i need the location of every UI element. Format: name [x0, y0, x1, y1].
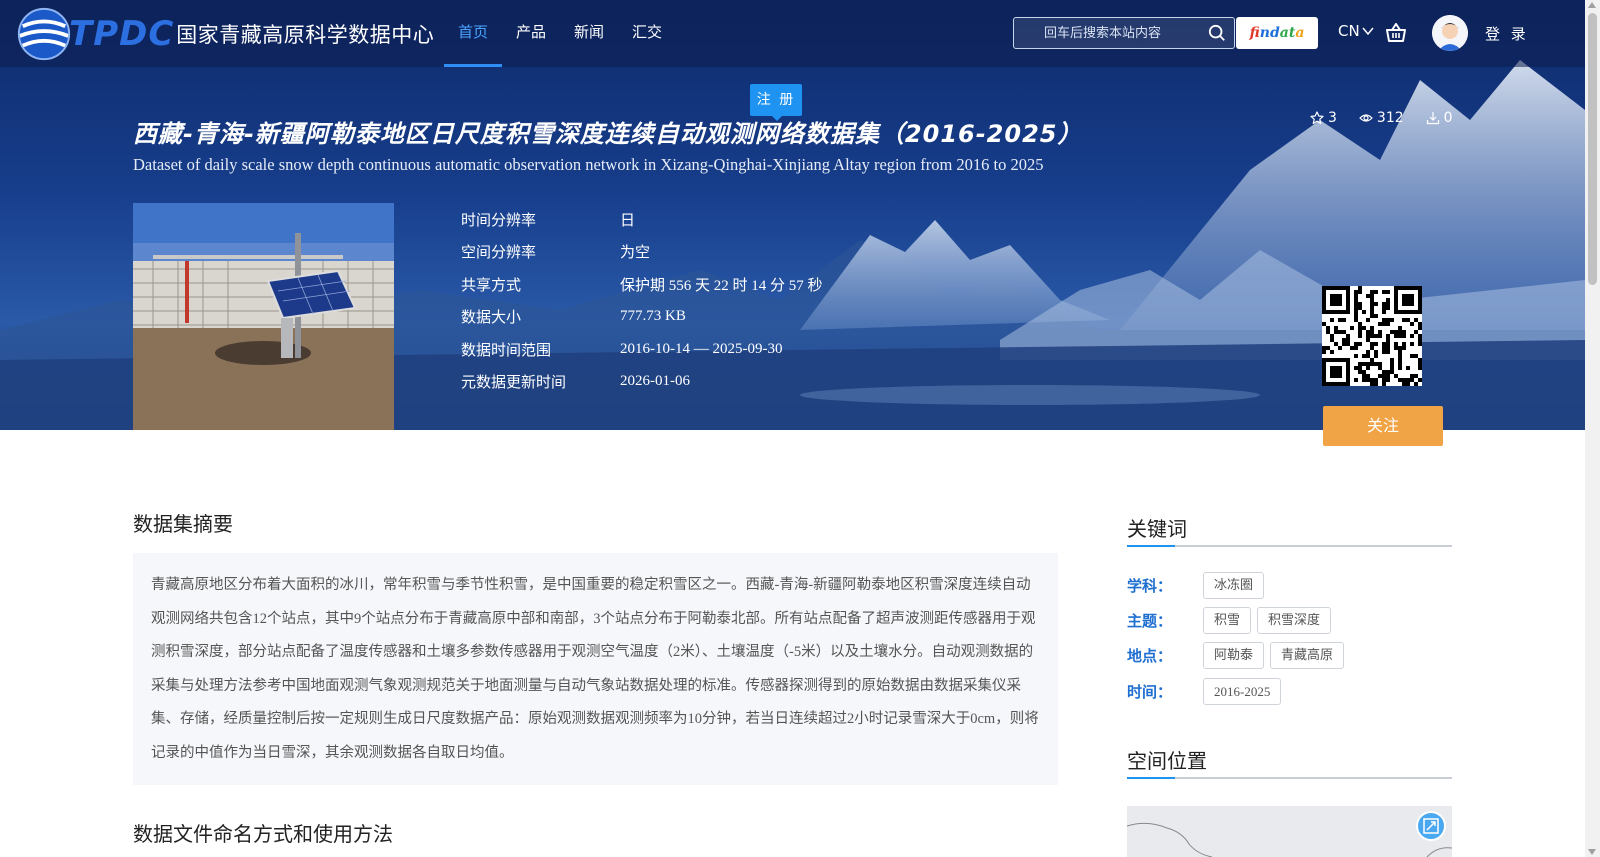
keyword-label: 学科：: [1127, 577, 1173, 595]
main-nav: 首页 产品 新闻 汇交: [444, 0, 676, 67]
findata-text-2: nd: [1259, 25, 1280, 41]
keyword-label: 时间：: [1127, 683, 1173, 701]
findata-text-3: at: [1279, 25, 1296, 41]
keyword-label: 主题：: [1127, 612, 1173, 630]
globe-logo-icon: [17, 7, 71, 61]
meta-value: 777.73 KB: [620, 308, 686, 325]
keyword-row-time: 时间： 2016-2025: [1127, 678, 1287, 705]
chevron-down-icon: [1362, 27, 1374, 36]
nav-item-home[interactable]: 首页: [444, 0, 503, 67]
findata-text-4: a: [1295, 25, 1305, 41]
keywords-divider: [1127, 545, 1452, 547]
keyword-tag[interactable]: 2016-2025: [1203, 678, 1282, 705]
map-outline: [1127, 822, 1452, 857]
qr-code: [1322, 286, 1422, 386]
keyword-tag[interactable]: 青藏高原: [1270, 642, 1345, 669]
location-map[interactable]: [1127, 806, 1452, 857]
language-label: CN: [1338, 22, 1360, 40]
follow-button[interactable]: 关注: [1323, 406, 1443, 446]
meta-value: 2026-01-06: [620, 373, 690, 390]
keyword-label: 地点：: [1127, 647, 1173, 665]
meta-label: 时间分辨率: [461, 210, 537, 229]
location-heading: 空间位置: [1127, 749, 1207, 773]
map-expand-button[interactable]: [1416, 811, 1446, 841]
eye-icon: [1359, 114, 1373, 122]
view-count: 312: [1359, 110, 1404, 126]
logo-abbreviation: TPDC: [69, 14, 175, 54]
nav-item-news[interactable]: 新闻: [560, 0, 618, 67]
search-input[interactable]: [1014, 18, 1204, 48]
download-icon: [1426, 112, 1439, 125]
findata-text-1: fi: [1249, 25, 1260, 41]
meta-value: 日: [620, 212, 636, 229]
dataset-stats: 3 312 0: [1310, 110, 1453, 126]
meta-value: 2016-10-14 — 2025-09-30: [620, 340, 783, 357]
scroll-up-arrow-icon[interactable]: [1588, 2, 1596, 8]
keyword-tag[interactable]: 积雪深度: [1257, 607, 1332, 634]
page-scrollbar[interactable]: [1585, 0, 1600, 857]
findata-button[interactable]: findata: [1236, 17, 1318, 49]
dataset-title-en: Dataset of daily scale snow depth contin…: [133, 155, 1044, 174]
location-divider: [1127, 777, 1452, 779]
star-count[interactable]: 3: [1310, 110, 1337, 126]
meta-row-metadata-updated: 元数据更新时间 2026-01-06: [461, 366, 823, 399]
language-selector[interactable]: CN: [1338, 22, 1374, 40]
scroll-down-arrow-icon[interactable]: [1588, 849, 1596, 855]
shopping-basket-icon[interactable]: [1385, 23, 1407, 43]
keyword-tag[interactable]: 积雪: [1203, 607, 1252, 634]
meta-row-data-size: 数据大小 777.73 KB: [461, 301, 823, 334]
meta-row-time-range: 数据时间范围 2016-10-14 — 2025-09-30: [461, 333, 823, 366]
dataset-thumbnail[interactable]: [133, 203, 394, 430]
download-count: 0: [1426, 110, 1453, 126]
meta-label: 共享方式: [461, 275, 522, 294]
keywords-heading: 关键词: [1127, 517, 1187, 541]
user-avatar-icon: [1432, 15, 1468, 51]
logo-site-name: 国家青藏高原科学数据中心: [176, 23, 435, 47]
register-button[interactable]: 注 册: [750, 84, 802, 121]
expand-icon: [1423, 818, 1439, 834]
meta-row-spatial-resolution: 空间分辨率 为空: [461, 236, 823, 269]
nav-item-submit[interactable]: 汇交: [618, 0, 676, 67]
nav-item-products[interactable]: 产品: [502, 0, 560, 67]
search-box: [1013, 17, 1235, 49]
abstract-box: 青藏高原地区分布着大面积的冰川，常年积雪与季节性积雪，是中国重要的稳定积雪区之一…: [133, 553, 1058, 785]
keyword-row-theme: 主题： 积雪 积雪深度: [1127, 607, 1337, 634]
view-count-value: 312: [1376, 110, 1404, 126]
meta-label: 元数据更新时间: [461, 373, 567, 392]
meta-row-sharing-mode: 共享方式 保护期 556 天 22 时 14 分 57 秒: [461, 268, 823, 301]
meta-value: 保护期 556 天 22 时 14 分 57 秒: [620, 277, 823, 294]
user-avatar[interactable]: [1432, 15, 1468, 51]
star-icon: [1310, 111, 1324, 125]
site-logo[interactable]: TPDC 国家青藏高原科学数据中心: [15, 2, 434, 66]
meta-value: 为空: [620, 245, 651, 262]
keyword-row-discipline: 学科： 冰冻圈: [1127, 572, 1270, 599]
meta-label: 数据大小: [461, 308, 522, 327]
keyword-row-place: 地点： 阿勒泰 青藏高原: [1127, 642, 1350, 669]
file-naming-heading: 数据文件命名方式和使用方法: [133, 822, 393, 846]
meta-label: 数据时间范围: [461, 340, 552, 359]
dataset-title-cn: 西藏-青海-新疆阿勒泰地区日尺度积雪深度连续自动观测网络数据集（2016-202…: [133, 120, 1083, 148]
login-link[interactable]: 登 录: [1485, 23, 1529, 44]
meta-row-time-resolution: 时间分辨率 日: [461, 203, 823, 236]
star-count-value: 3: [1328, 110, 1337, 126]
abstract-text: 青藏高原地区分布着大面积的冰川，常年积雪与季节性积雪，是中国重要的稳定积雪区之一…: [151, 577, 1039, 761]
keyword-tag[interactable]: 阿勒泰: [1203, 642, 1265, 669]
search-icon[interactable]: [1208, 24, 1226, 42]
keyword-tag[interactable]: 冰冻圈: [1203, 572, 1265, 599]
scroll-thumb[interactable]: [1588, 13, 1597, 285]
meta-label: 空间分辨率: [461, 243, 537, 262]
top-navigation-bar: TPDC 国家青藏高原科学数据中心 首页 产品 新闻 汇交 findata CN: [0, 0, 1585, 67]
qr-code-icon: [1322, 286, 1422, 386]
abstract-heading: 数据集摘要: [133, 512, 233, 536]
observation-station-photo: [133, 203, 394, 430]
dataset-metadata: 时间分辨率 日 空间分辨率 为空 共享方式 保护期 556 天 22 时 14 …: [461, 203, 823, 398]
download-count-value: 0: [1443, 110, 1453, 126]
